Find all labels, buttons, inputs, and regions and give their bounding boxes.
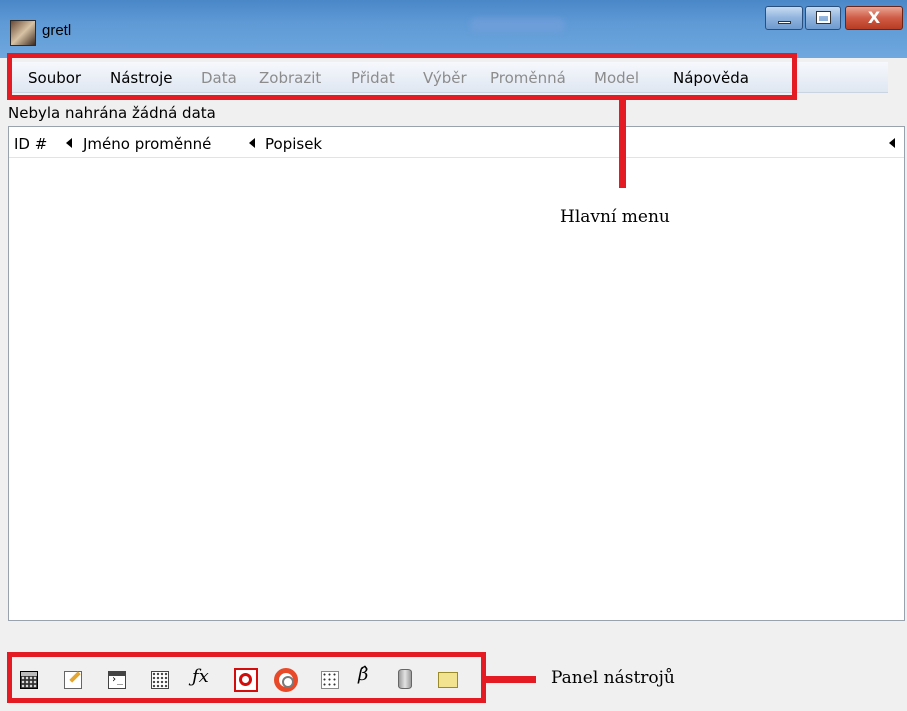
close-icon: X bbox=[867, 8, 881, 27]
minimize-button[interactable] bbox=[765, 6, 803, 30]
close-button[interactable]: X bbox=[845, 6, 903, 30]
variables-list[interactable]: ID # Jméno proměnné Popisek bbox=[8, 126, 905, 621]
toolbar-highlight-box bbox=[7, 652, 486, 703]
sort-arrow-icon[interactable] bbox=[249, 138, 255, 148]
gretl-app-icon[interactable] bbox=[10, 20, 36, 46]
toolbar-annotation: Panel nástrojů bbox=[551, 668, 675, 688]
toolbar-callout-line bbox=[486, 676, 536, 683]
blurred-title-text bbox=[470, 18, 565, 32]
sort-arrow-icon[interactable] bbox=[889, 138, 895, 148]
column-header-label[interactable]: Popisek bbox=[265, 135, 322, 153]
title-bar[interactable]: gretl X bbox=[0, 0, 907, 58]
column-header-id[interactable]: ID # bbox=[14, 135, 47, 153]
maximize-button[interactable] bbox=[805, 6, 841, 30]
main-menu-annotation: Hlavní menu bbox=[560, 207, 670, 227]
menu-callout-line bbox=[619, 100, 626, 188]
menu-highlight-box bbox=[7, 53, 797, 100]
sort-arrow-icon[interactable] bbox=[66, 138, 72, 148]
window-title: gretl bbox=[42, 22, 72, 39]
column-header-name[interactable]: Jméno proměnné bbox=[83, 135, 211, 153]
gretl-main-window: gretl X Soubor Nástroje Data Zobrazit Př… bbox=[0, 0, 907, 711]
data-status-label: Nebyla nahrána žádná data bbox=[8, 104, 216, 122]
variables-list-header: ID # Jméno proměnné Popisek bbox=[9, 127, 904, 158]
